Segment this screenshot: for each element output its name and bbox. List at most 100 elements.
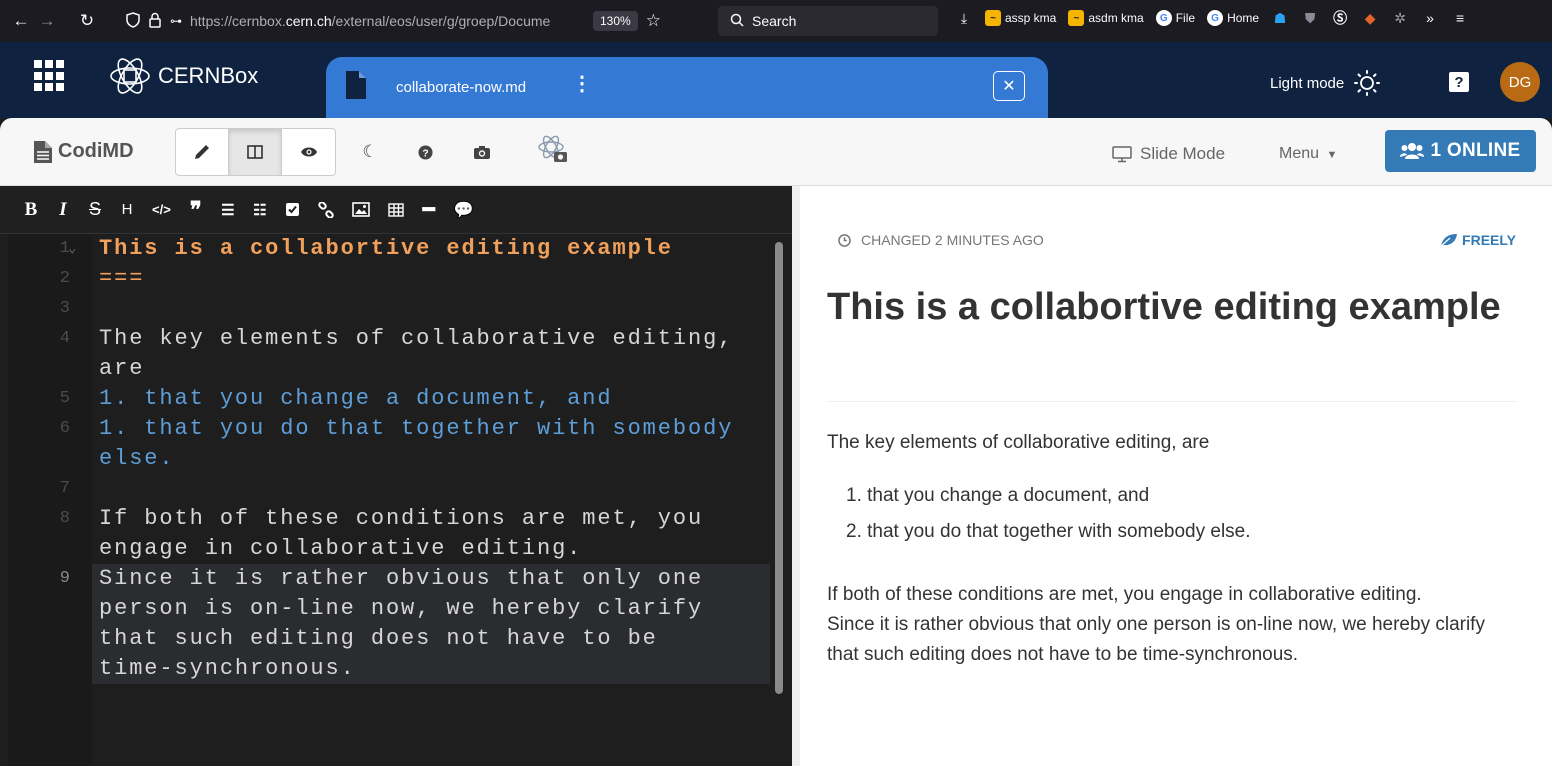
code-line-wrap[interactable]: time-synchronous.: [92, 654, 770, 684]
atom-logo-icon: [110, 58, 150, 94]
lock-icon[interactable]: [148, 12, 162, 31]
bold-button[interactable]: B: [24, 199, 38, 221]
hamburger-menu-icon[interactable]: ≡: [1451, 9, 1469, 27]
view-mode-button[interactable]: [282, 129, 335, 175]
italic-button[interactable]: I: [56, 199, 70, 221]
line-text: that such editing does not have to be: [99, 626, 658, 651]
link-icon[interactable]: [318, 201, 334, 218]
s-extension-icon[interactable]: Ⓢ: [1331, 9, 1349, 27]
line-text: person is on-line now, we hereby clarify: [99, 596, 704, 621]
markdown-preview: CHANGED 2 MINUTES AGO FREELY This is a c…: [800, 186, 1552, 766]
ordered-list-icon[interactable]: ☷: [253, 201, 267, 219]
code-line[interactable]: 7: [60, 474, 770, 504]
line-text: This is a collabortive editing example: [99, 236, 673, 261]
bookmark-star-icon[interactable]: ☆: [646, 11, 661, 31]
eye-icon: [300, 147, 317, 157]
search-box[interactable]: Search: [718, 6, 938, 36]
search-icon: [730, 13, 744, 30]
ublock-icon[interactable]: ⛊: [1301, 9, 1319, 27]
overflow-icon[interactable]: »: [1421, 9, 1439, 27]
brand-name: CERNBox: [158, 63, 259, 88]
code-line[interactable]: 2 ===: [60, 264, 770, 294]
file-options-icon[interactable]: ⋮: [572, 74, 592, 94]
line-text: If both of these conditions are met, you: [99, 506, 704, 531]
help-icon[interactable]: ?: [1449, 72, 1469, 92]
camera-icon[interactable]: [470, 140, 494, 164]
codimd-brand[interactable]: CodiMD: [34, 140, 134, 163]
intro-paragraph: The key elements of collaborative editin…: [827, 432, 1210, 453]
monitor-icon: [1112, 145, 1132, 162]
unordered-list-icon[interactable]: ☰: [221, 201, 235, 219]
close-icon[interactable]: ✕: [993, 71, 1025, 101]
url-text[interactable]: https://cernbox.cern.ch/external/eos/use…: [190, 13, 585, 29]
reload-icon[interactable]: ↻: [74, 6, 100, 36]
code-line-wrap[interactable]: that such editing does not have to be: [92, 624, 770, 654]
ghost-extension-icon[interactable]: ☗: [1271, 9, 1289, 27]
night-mode-icon[interactable]: ☾: [358, 140, 382, 164]
table-icon[interactable]: [388, 202, 404, 217]
code-line[interactable]: 3: [60, 294, 770, 324]
atom-snapshot-icon[interactable]: [536, 132, 570, 166]
menu-dropdown[interactable]: Menu ▼: [1279, 145, 1337, 163]
code-line-wrap[interactable]: are: [92, 354, 770, 384]
fold-chevron-icon[interactable]: ⌄: [68, 234, 76, 264]
download-icon[interactable]: ⤓: [955, 9, 973, 27]
url-suffix: /external/eos/user/g/groep/Docume: [331, 13, 551, 29]
pane-divider[interactable]: [792, 186, 800, 766]
code-line-wrap[interactable]: engage in collaborative editing.: [92, 534, 770, 564]
code-line[interactable]: 8 If both of these conditions are met, y…: [60, 504, 770, 534]
forward-icon[interactable]: →: [34, 6, 60, 36]
codimd-toolbar: CodiMD ☾ ? Slide Mode Menu ▼ 1 ONLINE: [0, 118, 1552, 186]
bookmark-asdm-kma[interactable]: ~ asdm kma: [1068, 10, 1144, 26]
code-line[interactable]: 6 1. that you do that together with some…: [60, 414, 770, 444]
line-text: Since it is rather obvious that only one: [99, 566, 704, 591]
split-mode-button[interactable]: [229, 129, 282, 175]
fox-extension-icon[interactable]: ◆: [1361, 9, 1379, 27]
url-bar[interactable]: ⊶ https://cernbox.cern.ch/external/eos/u…: [126, 5, 706, 37]
bookmark-home[interactable]: G Home: [1207, 10, 1259, 26]
checkbox-icon[interactable]: [285, 202, 300, 217]
avatar[interactable]: DG: [1500, 62, 1540, 102]
code-area[interactable]: 1 ⌄ This is a collabortive editing examp…: [60, 234, 770, 766]
markdown-editor[interactable]: B I S H </> ❞ ☰ ☷ ━ 💬 1 ⌄ This is a coll…: [0, 186, 792, 766]
code-line[interactable]: 5 1. that you change a document, and: [60, 384, 770, 414]
comment-icon[interactable]: 💬: [454, 200, 474, 220]
ordered-list: 1. that you change a document, and 2. th…: [846, 478, 1251, 550]
question-circle-icon[interactable]: ?: [413, 140, 437, 164]
line-number: 2: [59, 269, 70, 288]
heading-button[interactable]: H: [120, 201, 134, 218]
line-number: 5: [59, 389, 70, 408]
permission-badge[interactable]: FREELY: [1440, 232, 1516, 248]
cernbox-logo[interactable]: CERNBox: [108, 56, 258, 96]
theme-toggle[interactable]: Light mode: [1270, 70, 1381, 96]
back-icon[interactable]: ←: [8, 6, 34, 36]
horizontal-rule-icon[interactable]: ━: [422, 197, 436, 222]
puzzle-extension-icon[interactable]: ✲: [1391, 9, 1409, 27]
editor-scrollbar[interactable]: [775, 242, 783, 694]
online-users-button[interactable]: 1 ONLINE: [1385, 130, 1536, 172]
image-icon[interactable]: [351, 202, 370, 217]
bookmark-file[interactable]: G File: [1155, 10, 1195, 26]
shield-icon[interactable]: [126, 11, 140, 31]
permissions-icon[interactable]: ⊶: [170, 14, 182, 28]
code-line-wrap[interactable]: else.: [92, 444, 770, 474]
quote-icon[interactable]: ❞: [189, 197, 203, 223]
line-number: 6: [59, 419, 70, 438]
online-count: 1 ONLINE: [1430, 140, 1521, 161]
edit-mode-button[interactable]: [176, 129, 229, 175]
apps-grid-icon[interactable]: [34, 60, 66, 92]
code-line-wrap[interactable]: person is on-line now, we hereby clarify: [92, 594, 770, 624]
active-line-block[interactable]: 9 Since it is rather obvious that only o…: [60, 564, 770, 684]
zoom-badge[interactable]: 130%: [593, 11, 638, 31]
file-tab[interactable]: collaborate-now.md ⋮ ✕: [326, 57, 1048, 118]
line-text: The key elements of collaborative editin…: [99, 326, 734, 351]
code-line[interactable]: 1 ⌄ This is a collabortive editing examp…: [60, 234, 770, 264]
bookmark-assp-kma[interactable]: ~ assp kma: [985, 10, 1056, 26]
strikethrough-button[interactable]: S: [88, 199, 102, 220]
code-line[interactable]: 4 The key elements of collaborative edit…: [60, 324, 770, 354]
slide-mode-label: Slide Mode: [1140, 144, 1226, 163]
search-placeholder: Search: [752, 13, 797, 29]
slide-mode-button[interactable]: Slide Mode: [1112, 144, 1225, 164]
code-line[interactable]: 9 Since it is rather obvious that only o…: [60, 564, 770, 594]
code-icon[interactable]: </>: [152, 202, 171, 217]
